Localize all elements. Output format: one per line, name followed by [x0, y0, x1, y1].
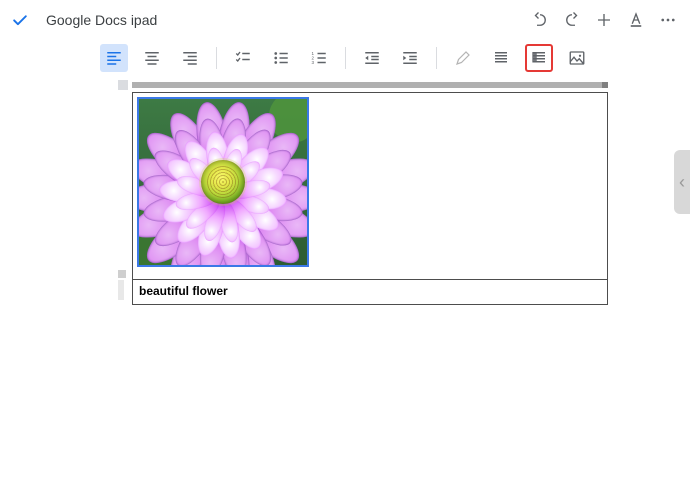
align-right-button[interactable] — [176, 44, 204, 72]
toolbar-separator — [345, 47, 346, 69]
document-canvas[interactable]: beautiful flower — [118, 80, 608, 495]
horizontal-ruler[interactable] — [132, 82, 608, 88]
page-corner-handle[interactable] — [118, 80, 128, 90]
bulleted-list-icon — [272, 49, 290, 67]
check-icon — [10, 10, 30, 30]
vertical-margin-handle[interactable] — [118, 270, 126, 278]
undo-icon — [531, 11, 549, 29]
app-header: Google Docs ipad — [0, 0, 690, 40]
indent-decrease-icon — [363, 49, 381, 67]
flower-center — [201, 160, 245, 204]
line-spacing-icon — [492, 49, 510, 67]
indent-increase-icon — [401, 49, 419, 67]
toolbar-separator — [216, 47, 217, 69]
chevron-left-icon: ‹ — [679, 172, 685, 193]
checklist-icon — [234, 49, 252, 67]
align-left-button[interactable] — [100, 44, 128, 72]
align-left-icon — [105, 49, 123, 67]
table-row[interactable]: beautiful flower — [133, 279, 607, 304]
plus-icon — [595, 11, 613, 29]
toolbar-separator — [436, 47, 437, 69]
numbered-list-icon: 1 2 3 — [310, 49, 328, 67]
formatting-toolbar: 1 2 3 — [0, 40, 690, 76]
redo-button[interactable] — [556, 4, 588, 36]
add-button[interactable] — [588, 4, 620, 36]
line-spacing-button[interactable] — [487, 44, 515, 72]
inserted-image[interactable] — [137, 97, 309, 267]
text-format-button[interactable] — [620, 4, 652, 36]
indent-increase-button[interactable] — [396, 44, 424, 72]
align-center-button[interactable] — [138, 44, 166, 72]
side-panel-toggle[interactable]: ‹ — [674, 150, 690, 214]
checklist-button[interactable] — [229, 44, 257, 72]
clear-formatting-button[interactable] — [449, 44, 477, 72]
document-table[interactable]: beautiful flower — [132, 92, 608, 305]
align-center-icon — [143, 49, 161, 67]
pencil-icon — [454, 49, 472, 67]
text-format-icon — [627, 11, 645, 29]
table-icon — [530, 49, 548, 67]
indent-decrease-button[interactable] — [358, 44, 386, 72]
redo-icon — [563, 11, 581, 29]
numbered-list-button[interactable]: 1 2 3 — [305, 44, 333, 72]
insert-table-button[interactable] — [525, 44, 553, 72]
more-horizontal-icon — [659, 11, 677, 29]
undo-button[interactable] — [524, 4, 556, 36]
done-check-button[interactable] — [6, 6, 34, 34]
insert-image-button[interactable] — [563, 44, 591, 72]
bulleted-list-button[interactable] — [267, 44, 295, 72]
image-caption-text[interactable]: beautiful flower — [139, 284, 228, 298]
svg-text:3: 3 — [311, 60, 314, 65]
align-right-icon — [181, 49, 199, 67]
image-icon — [568, 49, 586, 67]
table-row[interactable] — [133, 93, 607, 279]
document-title[interactable]: Google Docs ipad — [46, 12, 157, 28]
vertical-ruler[interactable] — [118, 280, 124, 300]
more-button[interactable] — [652, 4, 684, 36]
